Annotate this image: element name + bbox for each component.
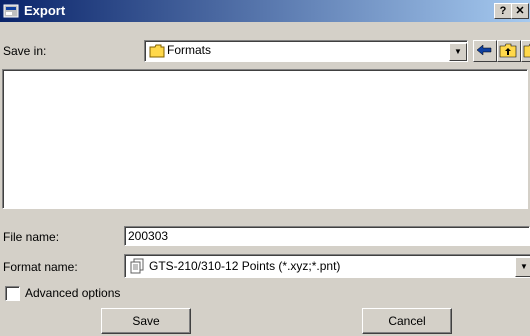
file-name-input[interactable] (124, 226, 530, 246)
advanced-options-label: Advanced options (25, 286, 121, 300)
title-bar[interactable]: Export ? ✕ (0, 0, 530, 22)
cancel-button[interactable]: Cancel (362, 308, 452, 334)
up-folder-icon (499, 43, 517, 58)
format-name-dropdown-button[interactable]: ▼ (515, 257, 530, 277)
back-button[interactable] (473, 40, 497, 62)
advanced-options-checkbox[interactable] (5, 286, 20, 301)
save-in-label: Save in: (3, 44, 47, 58)
up-folder-button[interactable] (497, 40, 521, 62)
export-app-icon (3, 4, 19, 18)
file-name-label: File name: (3, 230, 60, 244)
format-name-value: GTS-210/310-12 Points (*.xyz;*.pnt) (149, 259, 341, 273)
document-icon (130, 258, 144, 274)
help-button[interactable]: ? (494, 3, 512, 19)
close-button[interactable]: ✕ (511, 3, 529, 19)
new-folder-icon (523, 43, 530, 58)
new-folder-button[interactable] (521, 40, 530, 62)
folder-icon (149, 44, 165, 58)
save-in-combo[interactable]: Formats ▼ (144, 40, 468, 62)
back-arrow-icon (476, 44, 492, 56)
file-list[interactable] (2, 69, 528, 209)
window-title: Export (24, 3, 66, 18)
format-name-combo[interactable]: GTS-210/310-12 Points (*.xyz;*.pnt) ▼ (124, 254, 530, 278)
save-in-dropdown-button[interactable]: ▼ (449, 43, 467, 61)
format-name-label: Format name: (3, 260, 78, 274)
save-in-value: Formats (167, 43, 212, 57)
save-button[interactable]: Save (101, 308, 191, 334)
